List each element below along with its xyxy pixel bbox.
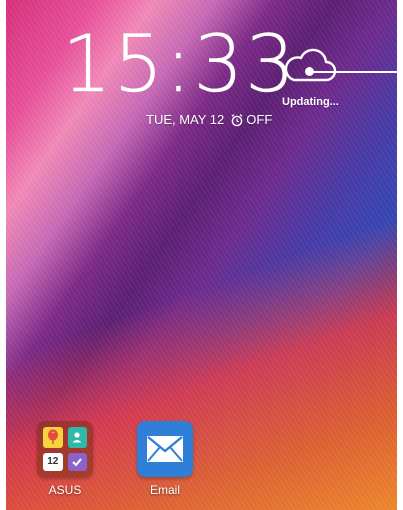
contacts-icon xyxy=(67,427,87,448)
app-label-email: Email xyxy=(149,483,180,497)
weather-status-text: Updating... xyxy=(282,96,339,108)
folder-icon: 12 xyxy=(37,421,93,477)
cloud-icon xyxy=(280,46,338,84)
checkmark-icon xyxy=(67,452,87,471)
date-alarm-row: TUE, MAY 12 OFF xyxy=(146,112,272,127)
app-email[interactable]: Email xyxy=(130,421,200,497)
clock-time: 15:33 xyxy=(62,20,297,110)
calendar-icon: 12 xyxy=(43,452,63,471)
calendar-day: 12 xyxy=(47,456,59,468)
alarm-clock-icon xyxy=(230,113,244,127)
alarm-indicator: OFF xyxy=(230,112,272,127)
app-asus-folder[interactable]: 12 ASUS xyxy=(30,421,100,497)
alarm-status: OFF xyxy=(246,112,273,127)
app-label-asus: ASUS xyxy=(48,483,82,497)
weather-progress-dot xyxy=(305,67,314,76)
lockscreen-wallpaper: 15:33 TUE, MAY 12 OFF Updating... 12 ASU… xyxy=(6,0,397,510)
weather-widget[interactable]: Updating... xyxy=(278,44,397,114)
weather-progress-line xyxy=(310,71,397,73)
balloon-icon xyxy=(43,427,63,448)
envelope-icon xyxy=(137,421,193,477)
date-text: TUE, MAY 12 xyxy=(146,112,225,127)
